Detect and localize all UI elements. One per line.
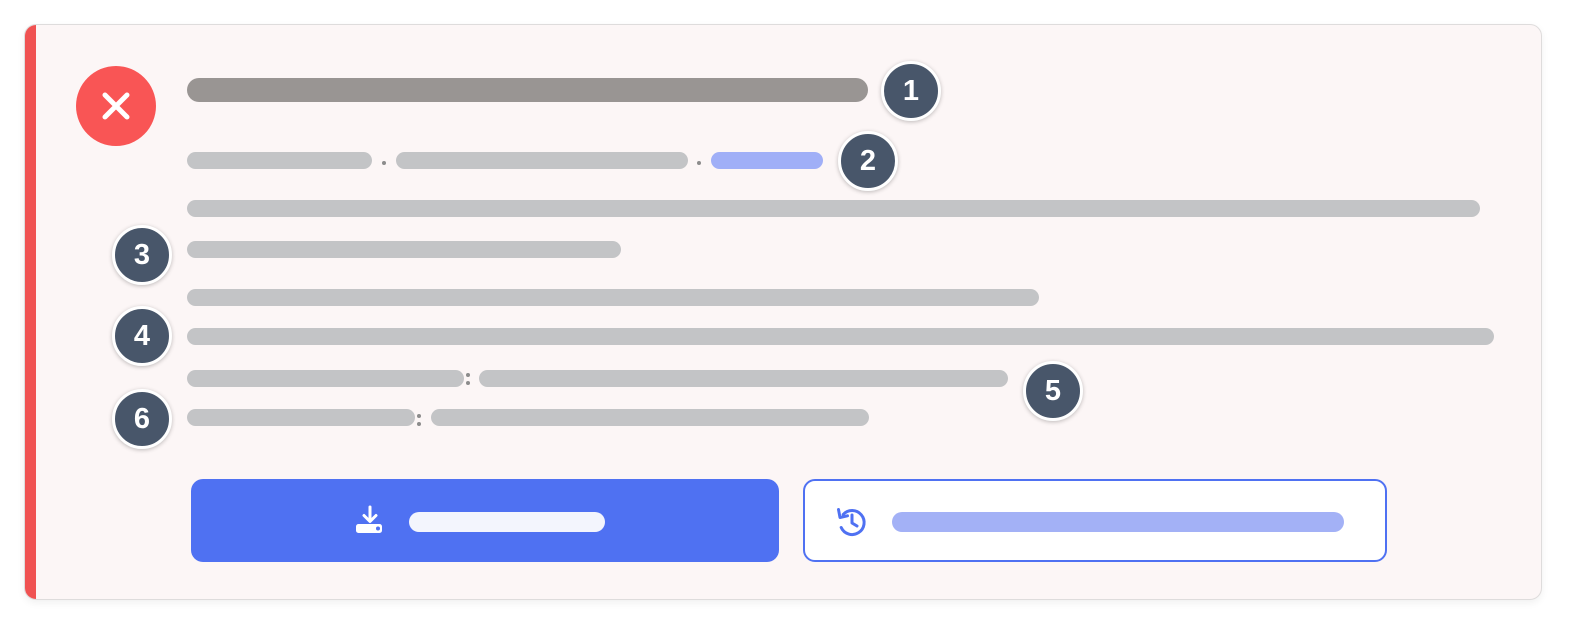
annotation-badge-1: 1 <box>881 61 941 121</box>
detail-key-placeholder <box>187 370 464 387</box>
meta-item-placeholder <box>396 152 688 169</box>
description-line-placeholder <box>187 289 1039 306</box>
annotation-badge-6: 6 <box>112 389 172 449</box>
annotation-badge-4: 4 <box>112 306 172 366</box>
meta-separator <box>697 161 701 165</box>
detail-value-placeholder <box>479 370 1008 387</box>
annotation-badge-3: 3 <box>112 225 172 285</box>
download-button-label-placeholder <box>409 512 605 532</box>
history-button-label-placeholder <box>892 512 1344 532</box>
meta-separator <box>382 161 386 165</box>
error-card <box>24 24 1542 600</box>
history-icon <box>837 508 866 537</box>
detail-key-placeholder <box>187 409 415 426</box>
description-line-placeholder <box>187 328 1494 345</box>
error-status-icon <box>76 66 156 146</box>
meta-link-placeholder[interactable] <box>711 152 823 169</box>
description-line-placeholder <box>187 200 1480 217</box>
description-line-placeholder <box>187 241 621 258</box>
meta-item-placeholder <box>187 152 372 169</box>
download-button[interactable] <box>191 479 779 562</box>
download-icon <box>356 505 382 533</box>
error-title-placeholder <box>187 78 868 102</box>
detail-value-placeholder <box>431 409 869 426</box>
close-icon <box>102 92 130 120</box>
error-accent-bar <box>25 25 36 599</box>
annotation-badge-2: 2 <box>838 131 898 191</box>
annotation-badge-5: 5 <box>1023 361 1083 421</box>
history-button[interactable] <box>803 479 1387 562</box>
